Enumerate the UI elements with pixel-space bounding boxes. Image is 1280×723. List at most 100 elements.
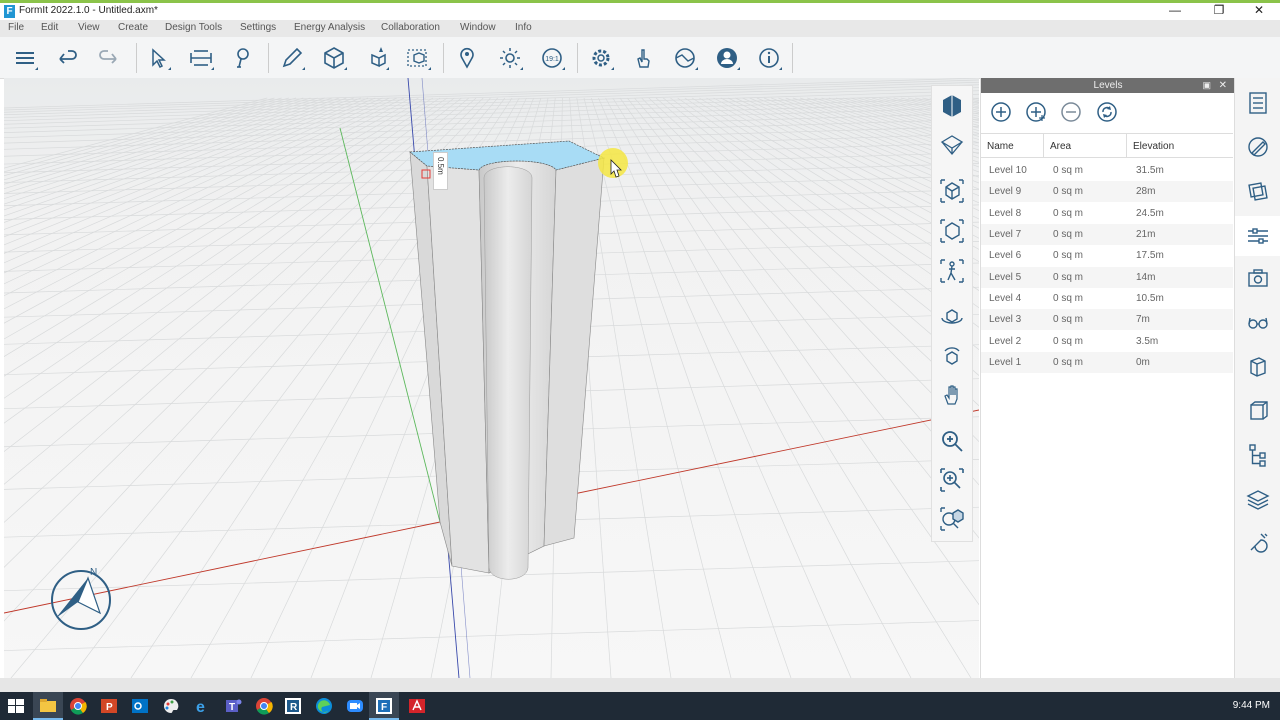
menu-bar: File Edit View Create Design Tools Setti… <box>0 20 1280 37</box>
add-multiple-levels-button[interactable] <box>1024 100 1048 124</box>
content-library-icon[interactable] <box>1243 484 1273 514</box>
column-header-area[interactable]: Area <box>1044 133 1127 158</box>
paint-tool-icon[interactable] <box>228 43 258 73</box>
user-account-icon[interactable] <box>712 43 742 73</box>
column-header-elevation[interactable]: Elevation <box>1127 133 1233 158</box>
layers-menu-icon[interactable] <box>10 43 40 73</box>
revit-icon[interactable]: R <box>283 696 303 716</box>
sun-shadow-icon[interactable] <box>495 43 525 73</box>
menu-info[interactable]: Info <box>515 22 532 33</box>
select-pointer-icon[interactable] <box>143 43 173 73</box>
sketch-pen-icon[interactable] <box>1243 132 1273 162</box>
table-row[interactable]: Level 10 sq m 0m <box>981 352 1233 373</box>
refresh-levels-button[interactable] <box>1095 100 1119 124</box>
close-window-button[interactable]: ✕ <box>1244 3 1274 20</box>
orbit-icon[interactable] <box>937 302 967 332</box>
pan-hand-icon[interactable] <box>937 380 967 410</box>
svg-text:F: F <box>381 702 387 713</box>
toolbar-separator <box>268 43 269 73</box>
levels-palette-icon[interactable] <box>1235 216 1280 256</box>
window-title: FormIt 2022.1.0 - Untitled.axm* <box>19 5 158 16</box>
add-level-button[interactable] <box>989 100 1013 124</box>
undo-icon[interactable] <box>52 43 82 73</box>
layers-stack-icon[interactable] <box>1243 176 1273 206</box>
formit-taskbar-icon[interactable]: F <box>369 692 399 720</box>
toolbar-separator <box>792 43 793 73</box>
home-view-icon[interactable] <box>937 176 967 206</box>
materials-icon[interactable] <box>1243 396 1273 426</box>
acrobat-icon[interactable] <box>407 696 427 716</box>
look-around-icon[interactable] <box>937 341 967 371</box>
paint-palette-icon[interactable] <box>161 696 181 716</box>
table-row[interactable]: Level 50 sq m 14m <box>981 267 1233 288</box>
components-tree-icon[interactable] <box>1243 440 1273 470</box>
table-row[interactable]: Level 10 0 sq m 31.5m <box>981 160 1233 181</box>
teams-icon[interactable]: T <box>223 696 243 716</box>
svg-text:19:1: 19:1 <box>545 56 559 63</box>
menu-window[interactable]: Window <box>460 22 496 33</box>
scenes-camera-icon[interactable] <box>1243 264 1273 294</box>
menu-energy-analysis[interactable]: Energy Analysis <box>294 22 365 33</box>
menu-design-tools[interactable]: Design Tools <box>165 22 222 33</box>
windows-start-icon[interactable] <box>6 696 26 716</box>
table-row[interactable]: Level 30 sq m 7m <box>981 309 1233 330</box>
group-tool-icon[interactable] <box>403 43 433 73</box>
remove-level-button[interactable] <box>1059 100 1083 124</box>
info-icon[interactable] <box>754 43 784 73</box>
solid-cube-icon[interactable] <box>319 43 349 73</box>
table-row[interactable]: Level 70 sq m 21m <box>981 224 1233 245</box>
building-mass[interactable] <box>409 140 606 580</box>
edge-legacy-icon[interactable]: e <box>192 696 212 716</box>
walk-mode-icon[interactable] <box>937 256 967 286</box>
dimension-label[interactable]: 0.5m <box>433 152 448 190</box>
touch-gesture-icon[interactable] <box>628 43 658 73</box>
menu-file[interactable]: File <box>8 22 24 33</box>
panel-undock-icon[interactable]: ▣ <box>1202 78 1211 93</box>
zoom-selected-icon[interactable] <box>937 504 967 534</box>
menu-edit[interactable]: Edit <box>41 22 58 33</box>
outlook-icon[interactable] <box>130 696 150 716</box>
table-row[interactable]: Level 40 sq m 10.5m <box>981 288 1233 309</box>
perspective-icon[interactable] <box>937 130 967 160</box>
table-row[interactable]: Level 60 sq m 17.5m <box>981 245 1233 266</box>
restore-button[interactable]: ❐ <box>1204 3 1234 20</box>
chrome-icon[interactable] <box>68 696 88 716</box>
properties-icon[interactable] <box>1243 88 1273 118</box>
plugins-icon[interactable] <box>1243 528 1273 558</box>
scale-badge-icon[interactable]: 19:1 <box>537 43 567 73</box>
draw-pencil-icon[interactable] <box>277 43 307 73</box>
column-header-name[interactable]: Name <box>981 133 1044 158</box>
panel-close-icon[interactable]: ✕ <box>1219 78 1227 93</box>
3d-viewport[interactable]: N <box>4 78 979 678</box>
settings-gear-icon[interactable] <box>586 43 616 73</box>
zoom-window-icon[interactable] <box>937 465 967 495</box>
menu-create[interactable]: Create <box>118 22 148 33</box>
menu-view[interactable]: View <box>78 22 100 33</box>
visual-styles-glasses-icon[interactable] <box>1243 308 1273 338</box>
location-pin-icon[interactable] <box>452 43 482 73</box>
minimize-button[interactable]: — <box>1160 3 1190 20</box>
measure-tool-icon[interactable] <box>186 43 216 73</box>
powerpoint-icon[interactable]: P <box>99 696 119 716</box>
taskbar-clock[interactable]: 9:44 PM <box>1233 700 1270 711</box>
edge-icon[interactable] <box>314 696 334 716</box>
menu-collaboration[interactable]: Collaboration <box>381 22 440 33</box>
groups-icon[interactable] <box>1243 352 1273 382</box>
zoom-app-icon[interactable] <box>345 696 365 716</box>
svg-text:P: P <box>106 702 113 713</box>
redo-icon[interactable] <box>94 43 124 73</box>
add-content-icon[interactable] <box>361 43 391 73</box>
menu-settings[interactable]: Settings <box>240 22 276 33</box>
palette-sidebar <box>1234 78 1280 678</box>
table-row[interactable]: Level 20 sq m 3.5m <box>981 331 1233 352</box>
toolbar-separator <box>136 43 137 73</box>
table-row[interactable]: Level 90 sq m 28m <box>981 181 1233 202</box>
file-explorer-icon[interactable] <box>33 692 63 720</box>
chrome-profile-icon[interactable] <box>254 696 274 716</box>
main-toolbar: 19:1 <box>0 37 1280 79</box>
view-cube-icon[interactable] <box>937 91 967 121</box>
table-row[interactable]: Level 80 sq m 24.5m <box>981 203 1233 224</box>
zoom-icon[interactable] <box>937 426 967 456</box>
collaboration-globe-icon[interactable] <box>670 43 700 73</box>
zoom-extents-icon[interactable] <box>937 216 967 246</box>
